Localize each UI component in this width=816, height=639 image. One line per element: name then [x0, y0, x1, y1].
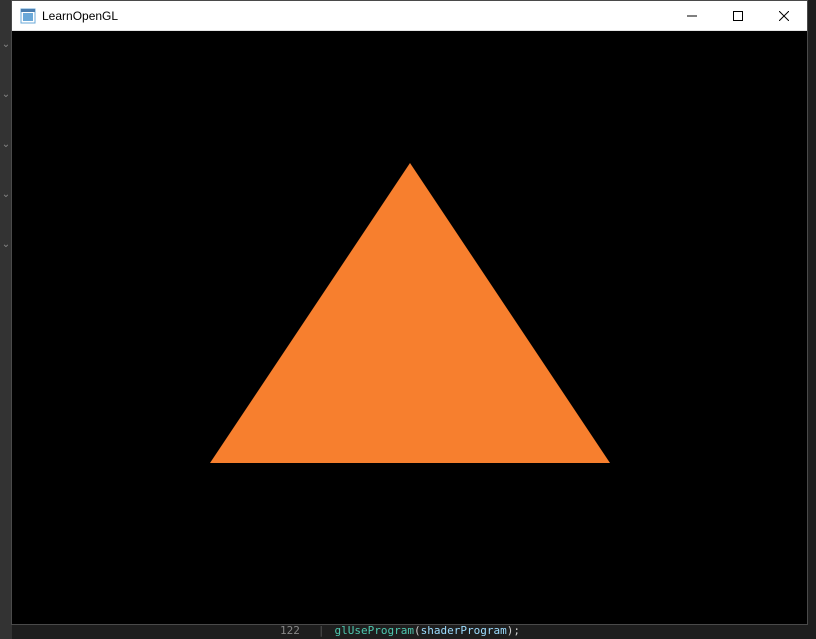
- editor-code-peek: 122|glUseProgram(shaderProgram);: [280, 624, 520, 637]
- window-controls: [669, 1, 807, 30]
- line-number: 122: [280, 624, 300, 637]
- app-window: LearnOpenGL: [11, 0, 808, 625]
- fold-chevron-icon: ⌄: [2, 190, 10, 200]
- close-icon: [779, 11, 789, 21]
- opengl-viewport: [12, 31, 807, 624]
- titlebar[interactable]: LearnOpenGL: [12, 1, 807, 31]
- code-tail: );: [507, 624, 520, 637]
- fold-chevron-icon: ⌄: [2, 40, 10, 50]
- rendered-triangle: [210, 163, 610, 463]
- window-title: LearnOpenGL: [42, 9, 669, 23]
- code-function: glUseProgram: [335, 624, 414, 637]
- fold-chevron-icon: ⌄: [2, 240, 10, 250]
- minimize-button[interactable]: [669, 1, 715, 30]
- minimize-icon: [687, 11, 697, 21]
- app-icon: [20, 8, 36, 24]
- fold-chevron-icon: ⌄: [2, 90, 10, 100]
- maximize-button[interactable]: [715, 1, 761, 30]
- code-argument: shaderProgram: [421, 624, 507, 637]
- maximize-icon: [733, 11, 743, 21]
- close-button[interactable]: [761, 1, 807, 30]
- fold-chevron-icon: ⌄: [2, 140, 10, 150]
